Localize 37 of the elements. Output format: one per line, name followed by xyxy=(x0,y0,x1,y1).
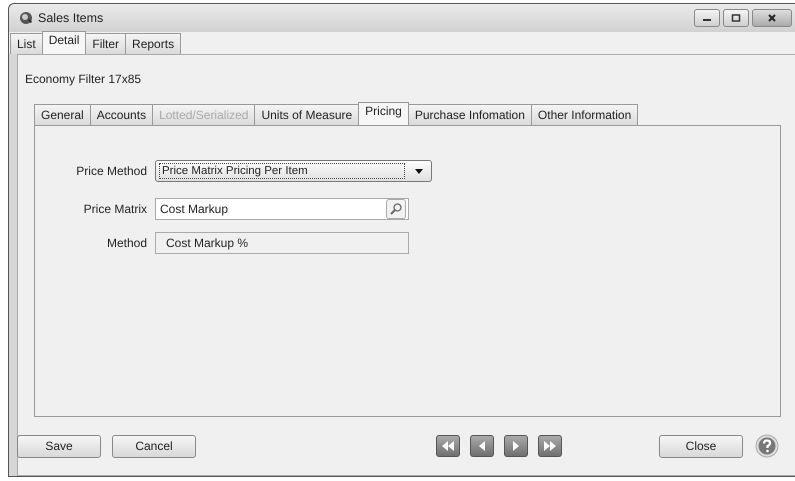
help-icon[interactable] xyxy=(755,434,779,458)
field-label: Method xyxy=(106,236,148,250)
tab[interactable]: Other Information xyxy=(530,104,638,125)
previous-button[interactable] xyxy=(470,435,494,457)
tab[interactable]: Reports xyxy=(125,33,182,54)
tab[interactable]: General xyxy=(34,104,91,125)
double-right-arrow-icon xyxy=(542,440,558,452)
readonly-field: Cost Markup % xyxy=(155,232,409,254)
minimize-button[interactable] xyxy=(694,9,720,27)
input-field[interactable]: Cost Markup xyxy=(155,198,409,220)
tab[interactable]: Purchase Infomation xyxy=(408,104,532,125)
price-method-dropdown[interactable]: Price Matrix Pricing Per Item xyxy=(155,160,432,182)
action-button[interactable]: Save xyxy=(17,434,101,458)
action-button[interactable]: Cancel xyxy=(112,434,196,458)
app-icon xyxy=(19,11,33,25)
maximize-icon xyxy=(731,14,741,22)
action-button[interactable]: Close xyxy=(659,434,743,458)
tab[interactable]: Detail xyxy=(42,31,86,54)
tab[interactable]: Accounts xyxy=(90,104,154,125)
field-label: Price Matrix xyxy=(82,202,148,216)
search-icon xyxy=(389,202,403,216)
maximize-button[interactable] xyxy=(723,9,749,27)
close-icon xyxy=(767,14,777,22)
field-label: Price Method xyxy=(75,164,148,178)
double-left-arrow-icon xyxy=(440,440,456,452)
caret-icon xyxy=(415,168,423,174)
last-button[interactable] xyxy=(538,435,562,457)
search-button[interactable] xyxy=(386,199,406,219)
first-button[interactable] xyxy=(436,435,460,457)
tab[interactable]: Pricing xyxy=(358,102,409,125)
tab[interactable]: Filter xyxy=(85,33,126,54)
tab[interactable]: Units of Measure xyxy=(254,104,360,125)
tab[interactable]: List xyxy=(10,33,43,54)
close-button[interactable] xyxy=(752,9,792,27)
next-button[interactable] xyxy=(504,435,528,457)
window-title: Sales Items xyxy=(38,11,104,25)
item-name: Economy Filter 17x85 xyxy=(25,72,142,86)
